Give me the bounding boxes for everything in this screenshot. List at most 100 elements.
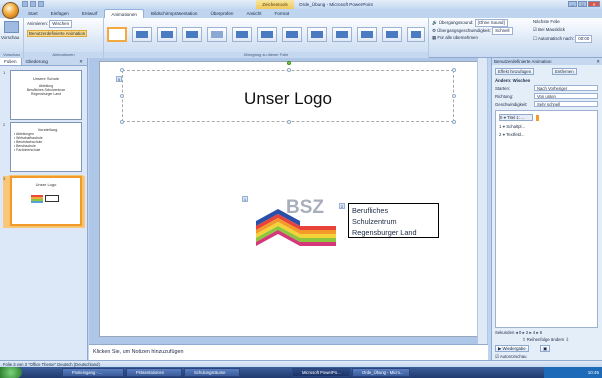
on-click-checkbox[interactable]: ☑ Bei Mausklick [533,27,565,33]
vertical-scrollbar[interactable] [477,58,487,344]
preview-button[interactable]: Vorschau [1,35,19,40]
play-button[interactable]: ▶ Wiedergabe [495,345,529,352]
save-icon[interactable] [22,1,28,7]
taskbar-item[interactable]: Schulungsräume [184,368,240,377]
tab-entwurf[interactable]: Entwurf [76,9,104,18]
animation-list[interactable]: 0 ⌖ Titel 1: ... 1 ⌖ Schaltpl... 2 ⌖ Tex… [495,110,598,328]
animate-dropdown[interactable]: Animieren: Wischen [27,20,73,28]
close-pane-icon[interactable]: ✕ [596,58,600,65]
thumb-content: Unsere Schule Abteilung Berufliches Schu… [10,70,82,120]
rotate-handle[interactable] [287,61,291,65]
preview-icon[interactable] [4,21,19,33]
transition-5[interactable] [232,27,252,42]
transition-7[interactable] [282,27,302,42]
minimize-button[interactable]: – [568,1,577,7]
sound-dropdown[interactable]: [Ohne Sound] [474,19,508,27]
speed-label: Geschwindigkeit: [495,102,528,107]
reorder-label: Reihenfolge ändern [526,337,565,342]
animation-item[interactable]: 0 ⌖ Titel 1: ... [499,114,533,121]
tab-format[interactable]: Format [269,9,296,18]
direction-dropdown[interactable]: Von unten [534,93,598,99]
resize-handle[interactable] [452,68,456,72]
resize-handle[interactable] [120,94,124,98]
timeline-seconds[interactable]: Sekunden ◂ 0 ▸ 2 ▸ 4 ▸ 6 [495,330,542,336]
apply-all-button[interactable]: ▦ Für alle übernehmen [432,35,478,41]
resize-handle[interactable] [452,94,456,98]
transition-10[interactable] [357,27,377,42]
title-placeholder[interactable]: Unser Logo [120,61,456,124]
title-bar: Zeichentools Orde_Übung - Microsoft Powe… [0,0,602,9]
thumb-content: Vorstellung • Abteilungen • Wirtschaftss… [10,122,82,172]
thumb-content: Unser Logo [9,175,83,227]
remove-button[interactable]: Entfernen [552,68,577,75]
transition-11[interactable] [382,27,402,42]
transition-2[interactable] [157,27,177,42]
transition-9[interactable] [332,27,352,42]
auto-after-input[interactable]: 00:00 [575,35,593,43]
tab-einfuegen[interactable]: Einfügen [45,9,75,18]
animation-item[interactable]: 2 ⌖ Textfeld... [499,132,525,137]
bsz-logo[interactable]: BSZ [252,193,336,248]
animation-marker-logo[interactable]: 1 [242,196,248,202]
slide-title[interactable]: Unser Logo [123,89,453,109]
start-button[interactable] [0,367,22,378]
transition-1[interactable] [132,27,152,42]
resize-handle[interactable] [120,120,124,124]
reorder-control[interactable]: ⇧ Reihenfolge ändern ⇩ [522,337,569,343]
animation-label: Textfeld... [506,132,525,137]
office-button[interactable] [2,2,19,19]
tab-bildschirmpraesentation[interactable]: Bildschirmpräsentation [145,9,203,18]
taskbar-item[interactable]: Präsentationen [126,368,182,377]
tab-ueberpruefen[interactable]: Überprüfen [204,9,239,18]
animation-marker-text[interactable]: 2 [339,203,345,209]
sound-control[interactable]: 🔊 Übergangssound: [Ohne Sound] [432,19,508,27]
close-pane-icon[interactable]: ✕ [75,58,87,65]
speed-label: Übergangsgeschwindigkeit: [437,28,491,33]
thumb-line: Unser Logo [35,182,57,187]
slideshow-button[interactable]: ▣ [540,345,551,352]
apply-all-icon: ▦ [432,35,437,40]
tab-ansicht[interactable]: Ansicht [240,9,267,18]
slide-thumbnail-2[interactable]: 2 Vorstellung • Abteilungen • Wirtschaft… [3,122,85,174]
speed-control[interactable]: ⚙ Übergangsgeschwindigkeit: Schnell [432,27,513,35]
status-bar: Folie 3 von 3 "Office Theme" Deutsch (De… [0,360,602,367]
add-effect-button[interactable]: Effekt hinzufügen [495,68,535,75]
redo-icon[interactable] [38,1,44,7]
maximize-button[interactable]: □ [578,1,587,7]
animate-value[interactable]: Wischen [49,20,73,28]
tab-folien[interactable]: Folien [0,58,22,65]
slide-thumbnail-3[interactable]: 3 Unser Logo [3,175,85,228]
notes-pane[interactable]: Klicken Sie, um Notizen hinzuzufügen [89,344,488,360]
sound-label: Übergangssound: [438,20,474,25]
taskbar-item[interactable]: Posteingang - ... [62,368,124,377]
close-button[interactable]: ✕ [588,1,600,7]
undo-icon[interactable] [30,1,36,7]
tab-gliederung[interactable]: Gliederung [22,58,52,65]
transition-6[interactable] [257,27,277,42]
slide[interactable]: 0 Unser Logo 1 BSZ 2 Berufliches Schulze… [99,61,478,337]
custom-animation-button[interactable]: Benutzerdefinierte Animation [27,30,88,37]
transition-none[interactable] [107,27,127,42]
animation-item[interactable]: 1 ⌖ Schaltpl... [499,124,525,129]
resize-handle[interactable] [287,120,291,124]
slide-number: 2 [3,122,6,127]
quick-access-toolbar[interactable] [22,1,58,8]
speed-dropdown[interactable]: Sehr schnell [534,101,598,107]
tab-animationen[interactable]: Animationen [104,9,144,18]
tab-start[interactable]: Start [22,9,44,18]
resize-handle[interactable] [120,68,124,72]
school-name-textbox[interactable]: Berufliches Schulzentrum Regensburger La… [348,203,439,238]
transition-12[interactable] [407,27,425,42]
transition-8[interactable] [307,27,327,42]
next-slide-label: Nächste Folie [533,19,560,24]
slide-thumbnail-1[interactable]: 1 Unsere Schule Abteilung Berufliches Sc… [3,70,85,122]
taskbar-item[interactable]: Microsoft PowerPo... [292,368,350,377]
taskbar-item[interactable]: Orde_Übung - Micro... [352,368,410,377]
start-dropdown[interactable]: Nach Vorheriger [534,85,598,91]
transition-3[interactable] [182,27,202,42]
auto-after-checkbox[interactable]: ☐ Automatisch nach: 00:00 [533,35,593,43]
transition-4[interactable] [207,27,227,42]
resize-handle[interactable] [287,68,291,72]
speed-dropdown[interactable]: Schnell [492,27,513,35]
resize-handle[interactable] [452,120,456,124]
